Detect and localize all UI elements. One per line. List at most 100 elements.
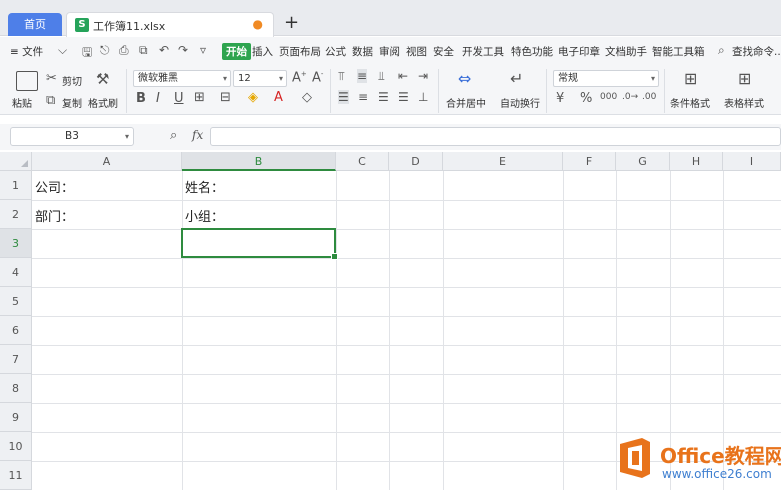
- distributed-icon[interactable]: ⊥: [418, 90, 428, 104]
- italic-icon[interactable]: I: [156, 91, 160, 106]
- column-header-g[interactable]: G: [616, 152, 670, 171]
- tab-home[interactable]: 首页: [8, 13, 62, 36]
- search-icon: ⌕: [718, 43, 725, 57]
- cut-button[interactable]: 剪切: [62, 73, 82, 88]
- column-header-h[interactable]: H: [670, 152, 723, 171]
- indent-decrease-icon[interactable]: ⇤: [398, 69, 408, 83]
- row-header-6[interactable]: 6: [0, 316, 32, 345]
- row-header-1[interactable]: 1: [0, 171, 32, 200]
- row-header-11[interactable]: 11: [0, 461, 32, 490]
- tab-special[interactable]: 特色功能: [511, 44, 553, 59]
- row-header-2[interactable]: 2: [0, 200, 32, 229]
- number-format-select[interactable]: 常规 ▾: [553, 70, 659, 87]
- column-header-f[interactable]: F: [563, 152, 616, 171]
- fx-icon[interactable]: fx: [192, 128, 203, 142]
- tab-data[interactable]: 数据: [352, 44, 373, 59]
- column-header-c[interactable]: C: [336, 152, 389, 171]
- tab-insert[interactable]: 插入: [252, 44, 273, 59]
- more-icon[interactable]: ▿: [200, 43, 206, 57]
- table-style-button[interactable]: 表格样式: [724, 95, 764, 110]
- copy-button[interactable]: 复制: [62, 95, 82, 110]
- cell-a2[interactable]: 部门：: [33, 206, 74, 225]
- column-header-d[interactable]: D: [389, 152, 443, 171]
- select-all-corner[interactable]: [0, 152, 32, 171]
- tab-e-seal[interactable]: 电子印章: [558, 44, 600, 59]
- name-box[interactable]: B3 ▾: [10, 127, 134, 146]
- percent-icon[interactable]: %: [580, 91, 592, 106]
- thousands-icon[interactable]: 000: [600, 92, 617, 102]
- align-left-icon[interactable]: ☰: [338, 90, 349, 104]
- wrap-text-button[interactable]: 自动换行: [500, 95, 540, 110]
- tab-view[interactable]: 视图: [406, 44, 427, 59]
- new-tab-button[interactable]: +: [284, 12, 299, 33]
- row-header-7[interactable]: 7: [0, 345, 32, 374]
- justify-icon[interactable]: ☰: [398, 90, 409, 104]
- chevron-down-icon: ▾: [222, 74, 227, 83]
- paste-icon[interactable]: [16, 71, 38, 91]
- undo-icon[interactable]: ↶: [159, 43, 169, 57]
- row-header-3[interactable]: 3: [0, 229, 32, 258]
- cell-b1[interactable]: 姓名：: [183, 177, 224, 196]
- save-icon[interactable]: 🖫: [82, 43, 92, 64]
- tab-smart-toolbox[interactable]: 智能工具箱: [652, 44, 705, 59]
- bold-icon[interactable]: B: [136, 91, 146, 106]
- clear-icon[interactable]: ◇: [302, 90, 312, 105]
- fill-color-icon[interactable]: ◈: [248, 90, 258, 105]
- tab-developer[interactable]: 开发工具: [462, 44, 504, 59]
- font-name-select[interactable]: 微软雅黑 ▾: [133, 70, 231, 87]
- column-header-a[interactable]: A: [32, 152, 182, 171]
- decrease-decimal-icon[interactable]: .00: [642, 92, 656, 102]
- tab-review[interactable]: 审阅: [379, 44, 400, 59]
- row-header-10[interactable]: 10: [0, 432, 32, 461]
- align-top-icon[interactable]: ⫪: [338, 69, 345, 84]
- office-logo-icon: [620, 438, 650, 478]
- font-size-select[interactable]: 12 ▾: [233, 70, 287, 87]
- divider: [438, 69, 439, 113]
- redo-icon[interactable]: ↷: [178, 43, 188, 57]
- tab-formulas[interactable]: 公式: [325, 44, 346, 59]
- column-header-e[interactable]: E: [443, 152, 563, 171]
- align-bottom-icon[interactable]: ⫫: [378, 69, 385, 84]
- tab-security[interactable]: 安全: [433, 44, 454, 59]
- ribbon-toolbar: 粘贴 ✂ 剪切 ⧉ 复制 ⚒ 格式刷 微软雅黑 ▾ 12 ▾ A+ A- B I U…: [0, 65, 781, 115]
- zoom-icon[interactable]: ⌕: [170, 128, 177, 143]
- tab-doc-assistant[interactable]: 文档助手: [605, 44, 647, 59]
- cell-style-icon[interactable]: ⊟: [220, 90, 231, 105]
- align-middle-icon[interactable]: ≡: [357, 69, 368, 83]
- file-menu[interactable]: ≡ 文件: [10, 44, 43, 59]
- print-preview-icon[interactable]: ⧉: [139, 43, 148, 58]
- format-painter-button[interactable]: 格式刷: [88, 95, 118, 110]
- paste-button[interactable]: 粘贴: [12, 95, 32, 110]
- column-header-i[interactable]: I: [723, 152, 781, 171]
- border-icon[interactable]: ⊞: [194, 90, 205, 105]
- indent-increase-icon[interactable]: ⇥: [418, 69, 428, 83]
- divider: [546, 69, 547, 113]
- tab-workbook[interactable]: S 工作簿11.xlsx ●: [66, 12, 274, 37]
- align-right-icon[interactable]: ☰: [378, 90, 389, 104]
- row-header-5[interactable]: 5: [0, 287, 32, 316]
- conditional-format-button[interactable]: 条件格式: [670, 95, 710, 110]
- increase-font-icon[interactable]: A+: [292, 70, 307, 85]
- cell-a1[interactable]: 公司：: [33, 177, 74, 196]
- row-header-4[interactable]: 4: [0, 258, 32, 287]
- selected-cell-b3[interactable]: [181, 228, 338, 260]
- decrease-font-icon[interactable]: A-: [312, 70, 323, 85]
- table-style-icon: ⊞: [738, 69, 752, 88]
- format-painter-quick-icon[interactable]: ⎋: [100, 43, 110, 58]
- row-header-8[interactable]: 8: [0, 374, 32, 403]
- command-search[interactable]: 查找命令...: [732, 44, 781, 59]
- increase-decimal-icon[interactable]: .0→: [622, 92, 638, 102]
- tab-page-layout[interactable]: 页面布局: [279, 44, 321, 59]
- merge-center-button[interactable]: 合并居中: [446, 95, 486, 110]
- column-header-b[interactable]: B: [182, 152, 336, 171]
- print-icon[interactable]: ⎙: [119, 43, 129, 58]
- formula-input[interactable]: [210, 127, 781, 146]
- cell-b2[interactable]: 小组：: [183, 206, 224, 225]
- chevron-down-icon[interactable]: ⌵: [58, 43, 67, 58]
- row-header-9[interactable]: 9: [0, 403, 32, 432]
- tab-start[interactable]: 开始: [222, 43, 251, 60]
- font-color-icon[interactable]: A: [274, 90, 283, 105]
- align-center-icon[interactable]: ≡: [358, 90, 368, 104]
- underline-icon[interactable]: U: [174, 91, 184, 106]
- currency-icon[interactable]: ¥: [556, 91, 564, 106]
